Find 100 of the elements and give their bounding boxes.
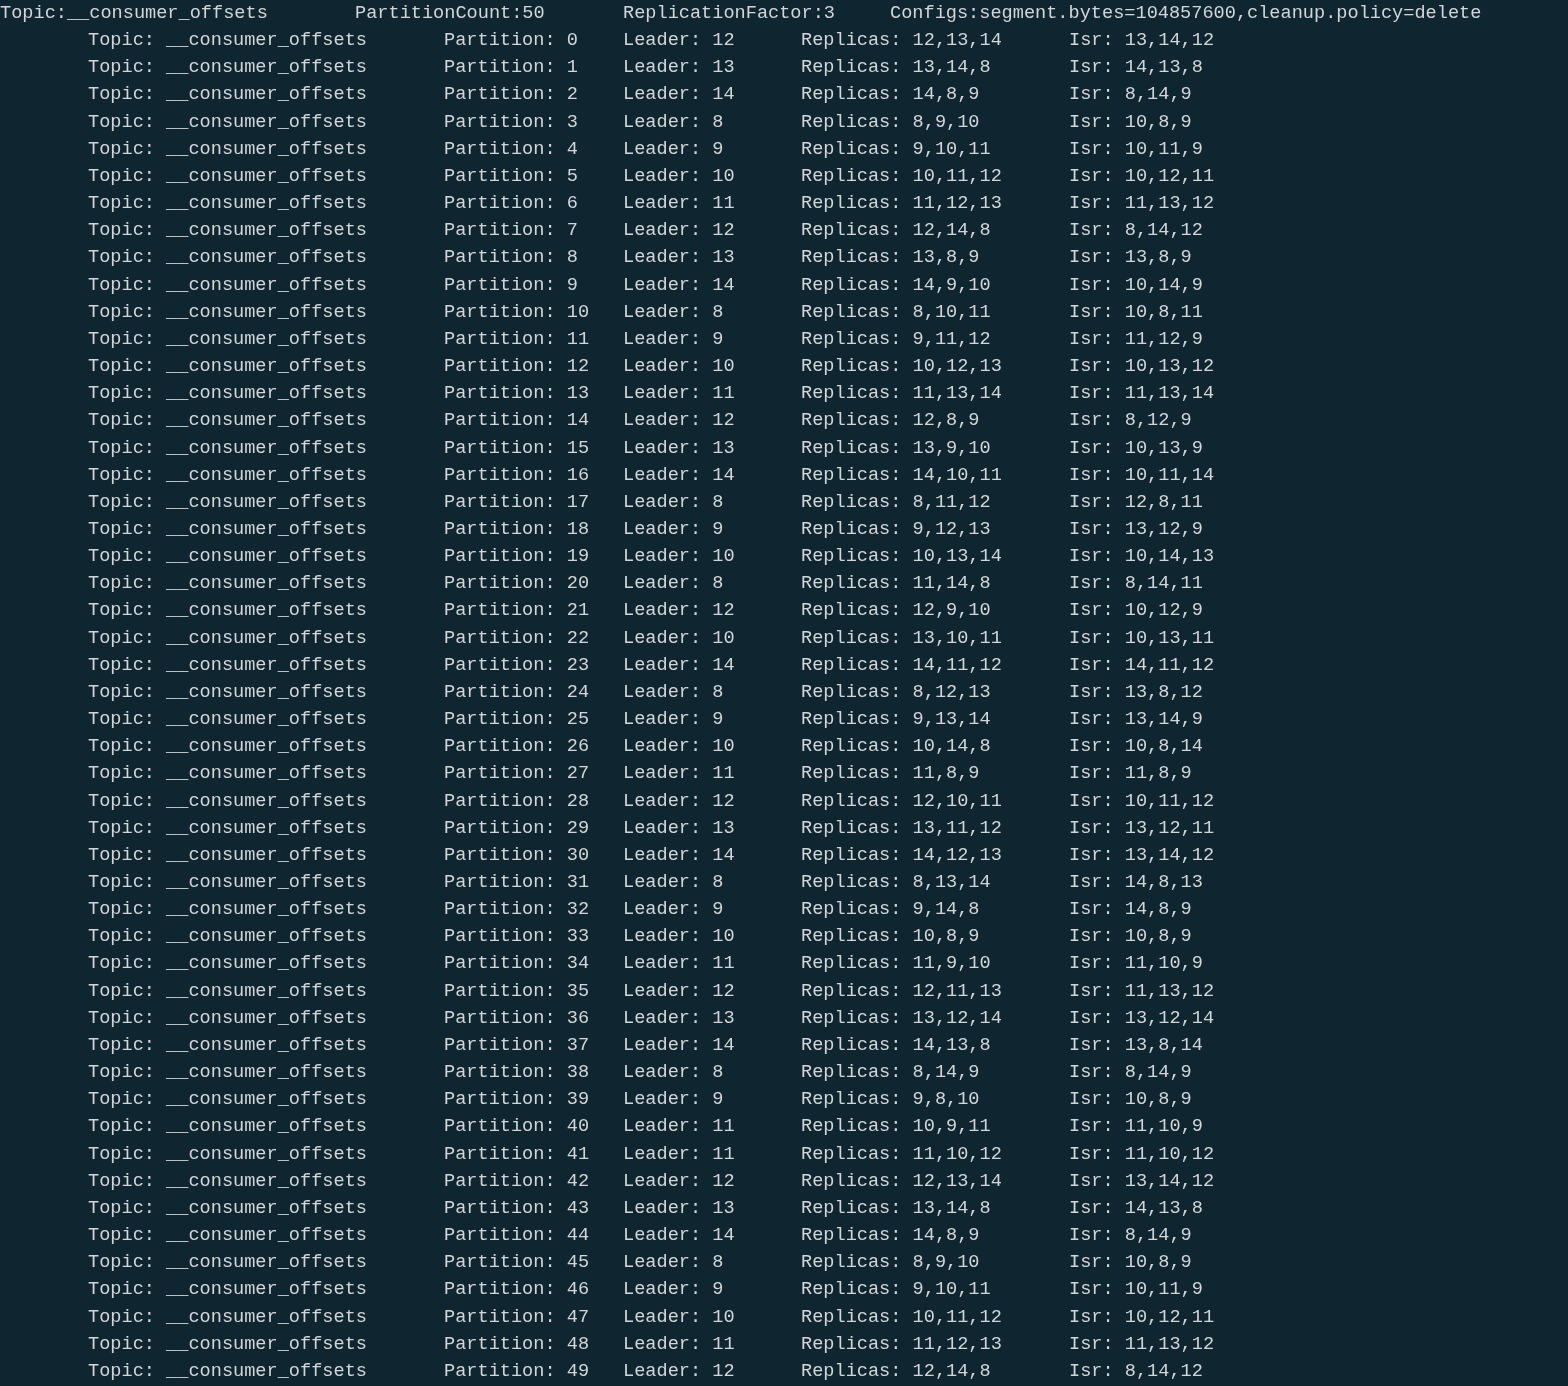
isr-text: Isr: 10,8,11	[1069, 300, 1204, 325]
isr-text: Isr: 13,8,12	[1069, 680, 1204, 705]
isr-text: Isr: 14,13,8	[1069, 1196, 1204, 1221]
replicas-text: Replicas: 12,9,10	[801, 599, 992, 624]
replicas-text: Replicas: 12,13,14	[801, 29, 1003, 54]
topic-text: Topic: __consumer_offsets	[88, 273, 368, 298]
isr-text: Isr: 10,11,9	[1069, 137, 1204, 162]
isr-text: Isr: 11,10,9	[1069, 952, 1204, 977]
isr-text: Isr: 10,8,9	[1069, 1251, 1193, 1276]
partition-text: Partition: 38	[444, 1061, 591, 1086]
topic-text: Topic: __consumer_offsets	[88, 83, 368, 108]
leader-text: Leader: 9	[623, 708, 725, 733]
leader-text: Leader: 14	[623, 463, 736, 488]
partition-text: Partition: 17	[444, 490, 591, 515]
replicas-text: Replicas: 10,11,12	[801, 164, 1003, 189]
topic-text: Topic: __consumer_offsets	[88, 164, 368, 189]
leader-text: Leader: 12	[623, 219, 736, 244]
isr-text: Isr: 13,14,12	[1069, 1169, 1216, 1194]
partition-text: Partition: 15	[444, 436, 591, 461]
leader-text: Leader: 8	[623, 1251, 725, 1276]
leader-text: Leader: 13	[623, 56, 736, 81]
topic-text: Topic: __consumer_offsets	[88, 463, 368, 488]
partition-text: Partition: 36	[444, 1006, 591, 1031]
topic-text: Topic: __consumer_offsets	[88, 436, 368, 461]
leader-text: Leader: 14	[623, 843, 736, 868]
isr-text: Isr: 11,10,12	[1069, 1142, 1216, 1167]
topic-text: Topic: __consumer_offsets	[88, 1088, 368, 1113]
isr-text: Isr: 14,11,12	[1069, 653, 1216, 678]
topic-text: Topic: __consumer_offsets	[88, 192, 368, 217]
replicas-text: Replicas: 10,8,9	[801, 925, 981, 950]
topic-text: Topic: __consumer_offsets	[88, 246, 368, 271]
topic-text: Topic: __consumer_offsets	[88, 137, 368, 162]
leader-text: Leader: 8	[623, 680, 725, 705]
leader-text: Leader: 13	[623, 1006, 736, 1031]
partition-text: Partition: 20	[444, 572, 591, 597]
topic-text: Topic: __consumer_offsets	[88, 599, 368, 624]
isr-text: Isr: 10,14,13	[1069, 545, 1216, 570]
leader-text: Leader: 11	[623, 382, 736, 407]
partition-text: Partition: 22	[444, 626, 591, 651]
topic-text: Topic: __consumer_offsets	[88, 56, 368, 81]
isr-text: Isr: 13,12,14	[1069, 1006, 1216, 1031]
partition-text: Partition: 27	[444, 762, 591, 787]
isr-text: Isr: 10,12,9	[1069, 599, 1204, 624]
replicas-text: Replicas: 11,14,8	[801, 572, 992, 597]
leader-text: Leader: 9	[623, 898, 725, 923]
isr-text: Isr: 13,8,9	[1069, 246, 1193, 271]
topic-text: Topic: __consumer_offsets	[88, 680, 368, 705]
topic-text: Topic: __consumer_offsets	[88, 490, 368, 515]
partition-text: Partition: 25	[444, 708, 591, 733]
replicas-text: Replicas: 12,14,8	[801, 1359, 992, 1384]
isr-text: Isr: 11,13,14	[1069, 382, 1216, 407]
isr-text: Isr: 14,13,8	[1069, 56, 1204, 81]
leader-text: Leader: 8	[623, 490, 725, 515]
topic-text: Topic: __consumer_offsets	[88, 409, 368, 434]
topic-text: Topic: __consumer_offsets	[88, 1224, 368, 1249]
partition-text: Partition: 34	[444, 952, 591, 977]
partition-text: Partition: 5	[444, 164, 579, 189]
leader-text: Leader: 12	[623, 409, 736, 434]
isr-text: Isr: 13,8,14	[1069, 1033, 1204, 1058]
replicas-text: Replicas: 8,13,14	[801, 871, 992, 895]
replicas-text: Replicas: 11,12,13	[801, 1332, 1003, 1357]
topic-text: Topic: __consumer_offsets	[88, 517, 368, 542]
topic-text: Topic: __consumer_offsets	[88, 626, 368, 651]
partition-text: Partition: 7	[444, 219, 579, 244]
replicas-text: Replicas: 11,10,12	[801, 1142, 1003, 1167]
partition-text: Partition: 23	[444, 653, 591, 678]
isr-text: Isr: 10,12,11	[1069, 1305, 1216, 1330]
leader-text: Leader: 10	[623, 545, 736, 570]
isr-text: Isr: 12,8,11	[1069, 490, 1204, 515]
replicas-text: Replicas: 14,13,8	[801, 1033, 992, 1058]
partition-text: Partition: 4	[444, 137, 579, 162]
topic-text: Topic: __consumer_offsets	[88, 1332, 368, 1357]
replicas-text: Replicas: 10,12,13	[801, 355, 1003, 380]
replicas-text: Replicas: 12,11,13	[801, 979, 1003, 1004]
topic-text: Topic: __consumer_offsets	[88, 382, 368, 407]
leader-text: Leader: 10	[623, 735, 736, 760]
partition-text: Partition: 3	[444, 110, 579, 135]
leader-text: Leader: 10	[623, 626, 736, 651]
isr-text: Isr: 8,12,9	[1069, 409, 1193, 434]
isr-text: Isr: 10,14,9	[1069, 273, 1204, 298]
leader-text: Leader: 9	[623, 1278, 725, 1303]
partition-text: Partition: 14	[444, 409, 591, 434]
topic-text: Topic: __consumer_offsets	[88, 735, 368, 760]
isr-text: Isr: 13,14,12	[1069, 843, 1216, 868]
leader-text: Leader: 10	[623, 1305, 736, 1330]
leader-text: Leader: 14	[623, 1224, 736, 1249]
leader-text: Leader: 11	[623, 1332, 736, 1357]
topic-text: Topic: __consumer_offsets	[88, 110, 368, 135]
partition-text: Partition: 1	[444, 56, 579, 81]
topic-text: Topic: __consumer_offsets	[88, 1169, 368, 1194]
partition-text: Partition: 2	[444, 83, 579, 108]
partition-text: Partition: 21	[444, 599, 591, 624]
topic-text: Topic: __consumer_offsets	[88, 653, 368, 678]
partition-text: Partition: 30	[444, 843, 591, 868]
partition-count: PartitionCount:50	[355, 2, 546, 26]
partition-text: Partition: 48	[444, 1332, 591, 1357]
isr-text: Isr: 10,8,14	[1069, 735, 1204, 760]
replicas-text: Replicas: 13,11,12	[801, 816, 1003, 841]
leader-text: Leader: 14	[623, 653, 736, 678]
replicas-text: Replicas: 11,13,14	[801, 382, 1003, 407]
